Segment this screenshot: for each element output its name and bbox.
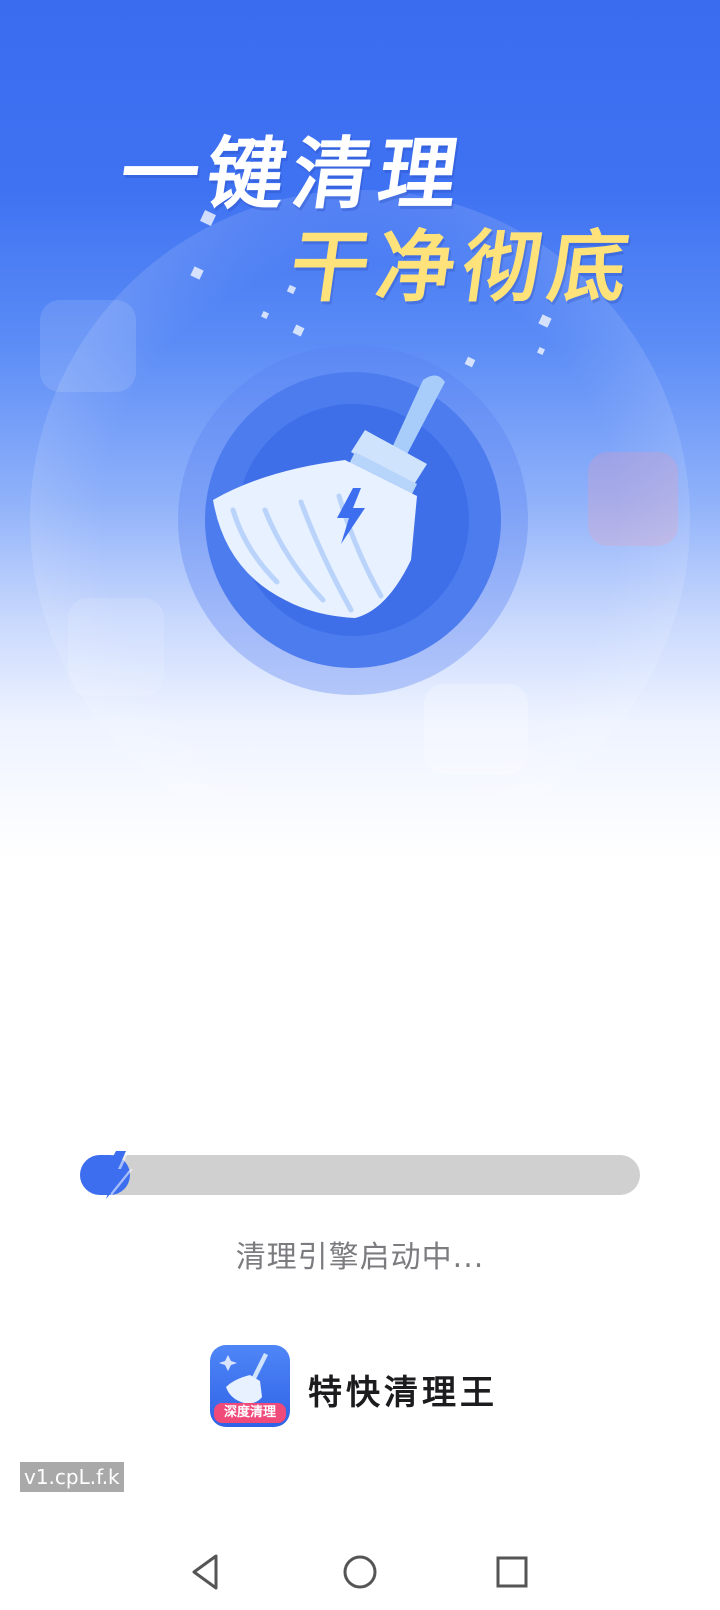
ghost-app-tile [68,598,164,696]
headline-thorough-clean: 干净彻底 [284,223,642,313]
app-icon: 深度清理 [210,1345,290,1427]
loading-status-text: 清理引擎启动中... [235,1240,485,1275]
ghost-app-tile [40,300,136,392]
app-name: 特快清理王 [308,1373,498,1413]
home-circle-icon[interactable] [338,1550,382,1594]
ghost-app-tile [588,452,678,546]
ghost-app-tile [424,684,528,774]
broom-icon [213,375,445,618]
hero-banner: 一键清理 干净彻底 [0,0,720,860]
recents-square-icon[interactable] [490,1550,534,1594]
app-icon-badge: 深度清理 [214,1403,286,1423]
back-triangle-icon[interactable] [184,1550,228,1594]
version-label: v1.cpL.f.k [20,1462,124,1492]
lightning-icon [102,1151,133,1199]
loading-progress-bar [80,1151,640,1199]
system-navigation-bar [0,1540,720,1610]
